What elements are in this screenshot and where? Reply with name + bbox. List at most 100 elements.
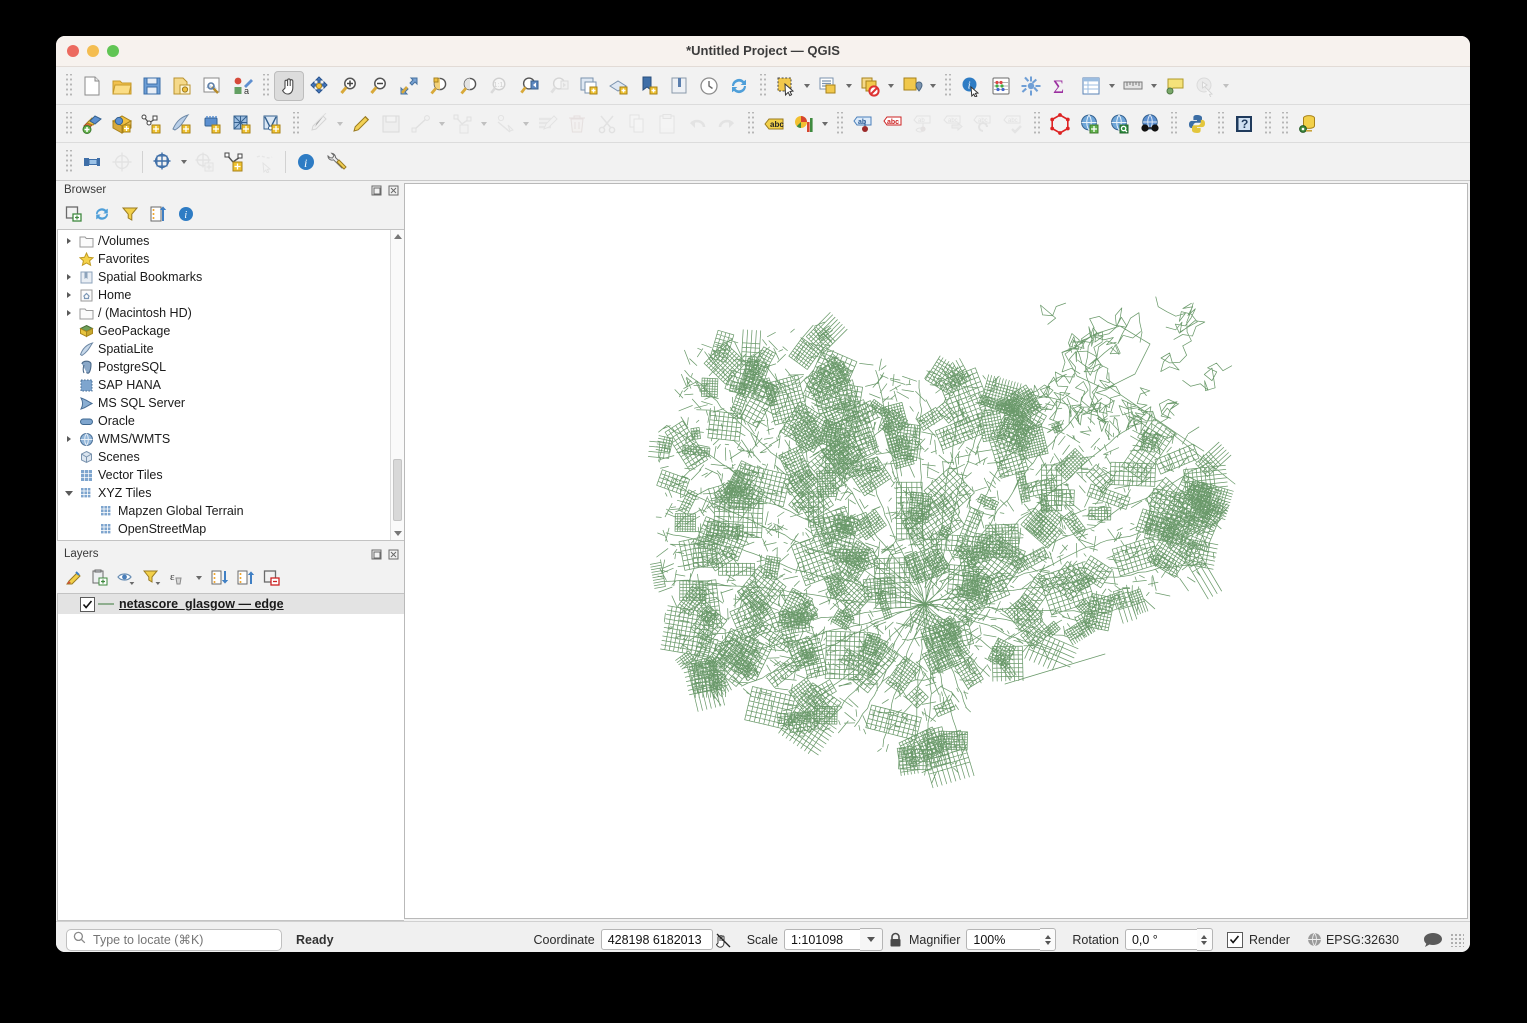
zoom-native-icon[interactable]: 1:1 xyxy=(484,71,514,101)
scroll-up-button[interactable] xyxy=(391,230,404,243)
expand-all-icon[interactable] xyxy=(210,568,230,588)
browser-item-spatial-bookmarks[interactable]: Spatial Bookmarks xyxy=(58,268,404,286)
zoom-next-icon[interactable] xyxy=(544,71,574,101)
toolbar-grip[interactable] xyxy=(1032,111,1041,136)
move-label-icon[interactable]: abc xyxy=(938,109,968,139)
attribute-table-dropdown[interactable] xyxy=(1106,71,1118,101)
deselect-features-icon[interactable] xyxy=(855,71,885,101)
layer-row[interactable]: netascore_glasgow — edge xyxy=(58,594,404,614)
enable-snapping-icon[interactable] xyxy=(107,147,137,177)
browser-item-vector-tiles[interactable]: Vector Tiles xyxy=(58,466,404,484)
new-map-view-icon[interactable] xyxy=(574,71,604,101)
pin-labels-icon[interactable]: abc xyxy=(878,109,908,139)
messages-icon[interactable] xyxy=(1420,932,1446,948)
toolbar-grip[interactable] xyxy=(1263,111,1272,136)
magnifier-field[interactable]: 100% xyxy=(966,929,1041,950)
browser-item-sap-hana[interactable]: SAP HANA xyxy=(58,376,404,394)
snap-to-grid-icon[interactable] xyxy=(148,147,178,177)
browser-item-ms-sql-server[interactable]: MS SQL Server xyxy=(58,394,404,412)
refresh-icon[interactable] xyxy=(92,204,112,224)
coordinate-field[interactable]: 428198 6182013 xyxy=(600,929,713,950)
new-project-icon[interactable] xyxy=(77,71,107,101)
select-features-dropdown[interactable] xyxy=(801,71,813,101)
expand-arrow-icon[interactable] xyxy=(62,304,76,322)
toolbar-grip[interactable] xyxy=(835,111,844,136)
filter-expression-dropdown[interactable] xyxy=(194,563,204,593)
browser-scrollbar[interactable] xyxy=(390,230,404,540)
window-resizer[interactable] xyxy=(1450,932,1464,947)
toolbar-grip[interactable] xyxy=(64,73,73,98)
toggle-extents-icon[interactable] xyxy=(713,932,735,948)
browser-item-home[interactable]: Home xyxy=(58,286,404,304)
select-value-icon[interactable] xyxy=(813,71,843,101)
toolbar-grip[interactable] xyxy=(64,149,73,174)
topological-editing-icon[interactable] xyxy=(220,147,250,177)
copy-features-icon[interactable] xyxy=(622,109,652,139)
filter-legend-icon[interactable] xyxy=(142,568,162,588)
float-panel-icon[interactable] xyxy=(369,183,383,197)
locator-widget[interactable] xyxy=(66,928,282,951)
modify-attributes-dropdown[interactable] xyxy=(520,109,532,139)
toolbar-grip[interactable] xyxy=(261,73,270,98)
measure-line-icon[interactable] xyxy=(1118,71,1148,101)
zoom-selection-icon[interactable] xyxy=(424,71,454,101)
rotation-field[interactable]: 0,0 ° xyxy=(1124,929,1197,950)
expand-arrow-icon[interactable] xyxy=(62,286,76,304)
close-panel-icon[interactable] xyxy=(386,183,400,197)
rotate-label-icon[interactable]: abc xyxy=(968,109,998,139)
browser-item-spatialite[interactable]: SpatiaLite xyxy=(58,340,404,358)
add-delimited-text-layer-icon[interactable] xyxy=(137,109,167,139)
toolbar-grip[interactable] xyxy=(943,73,952,98)
identify-features-icon[interactable]: i xyxy=(956,71,986,101)
float-panel-icon[interactable] xyxy=(369,547,383,561)
label-icon[interactable]: abc xyxy=(759,109,789,139)
browser-item-mapzen-global-terrain[interactable]: Mapzen Global Terrain xyxy=(58,502,404,520)
paste-features-icon[interactable] xyxy=(652,109,682,139)
browser-item-geopackage[interactable]: GeoPackage xyxy=(58,322,404,340)
toggle-editing-icon[interactable] xyxy=(346,109,376,139)
python-console-icon[interactable] xyxy=(1182,109,1212,139)
browser-item-xyz-tiles[interactable]: XYZ Tiles xyxy=(58,484,404,502)
open-layer-styling-icon[interactable] xyxy=(64,568,84,588)
diagram-icon[interactable] xyxy=(789,109,819,139)
current-edits-dropdown[interactable] xyxy=(334,109,346,139)
scroll-down-button[interactable] xyxy=(391,527,404,540)
zoom-in-icon[interactable] xyxy=(334,71,364,101)
select-location-icon[interactable] xyxy=(897,71,927,101)
modify-attributes-icon[interactable] xyxy=(490,109,520,139)
layer-visibility-checkbox[interactable] xyxy=(80,596,95,612)
help-icon[interactable]: ? xyxy=(1229,109,1259,139)
attribute-table-icon[interactable] xyxy=(1076,71,1106,101)
scrollbar-thumb[interactable] xyxy=(393,459,402,521)
scale-dropdown[interactable] xyxy=(859,928,883,951)
zoom-last-icon[interactable] xyxy=(514,71,544,101)
toolbar-grip[interactable] xyxy=(1216,111,1225,136)
style-manager-icon[interactable]: a xyxy=(227,71,257,101)
snapping-settings-icon[interactable] xyxy=(321,147,351,177)
quickosm-icon[interactable] xyxy=(1135,109,1165,139)
undo-icon[interactable] xyxy=(682,109,712,139)
browser-properties-icon[interactable]: i xyxy=(176,204,196,224)
browser-item-wms-wmts[interactable]: WMS/WMTS xyxy=(58,430,404,448)
browser-item-favorites[interactable]: Favorites xyxy=(58,250,404,268)
georeferencer-icon[interactable] xyxy=(1045,109,1075,139)
layer-name[interactable]: netascore_glasgow — edge xyxy=(117,597,284,611)
select-value-dropdown[interactable] xyxy=(843,71,855,101)
select-features-icon[interactable] xyxy=(771,71,801,101)
toolbar-grip[interactable] xyxy=(64,111,73,136)
lock-icon[interactable] xyxy=(883,932,909,948)
snap-mode-dropdown[interactable] xyxy=(178,147,190,177)
collapse-all-icon[interactable] xyxy=(148,204,168,224)
measure-dropdown[interactable] xyxy=(1148,71,1160,101)
cut-features-icon[interactable] xyxy=(592,109,622,139)
add-vector-layer-icon[interactable] xyxy=(77,109,107,139)
zoom-full-icon[interactable] xyxy=(394,71,424,101)
magnifier-stepper[interactable] xyxy=(1040,928,1057,951)
toolbar-grip[interactable] xyxy=(758,73,767,98)
new-report-icon[interactable] xyxy=(664,71,694,101)
browser-item-oracle[interactable]: Oracle xyxy=(58,412,404,430)
toolbar-grip[interactable] xyxy=(746,111,755,136)
db-manager-icon[interactable] xyxy=(1293,109,1323,139)
map-canvas[interactable] xyxy=(404,183,1468,919)
expand-arrow-icon[interactable] xyxy=(62,268,76,286)
